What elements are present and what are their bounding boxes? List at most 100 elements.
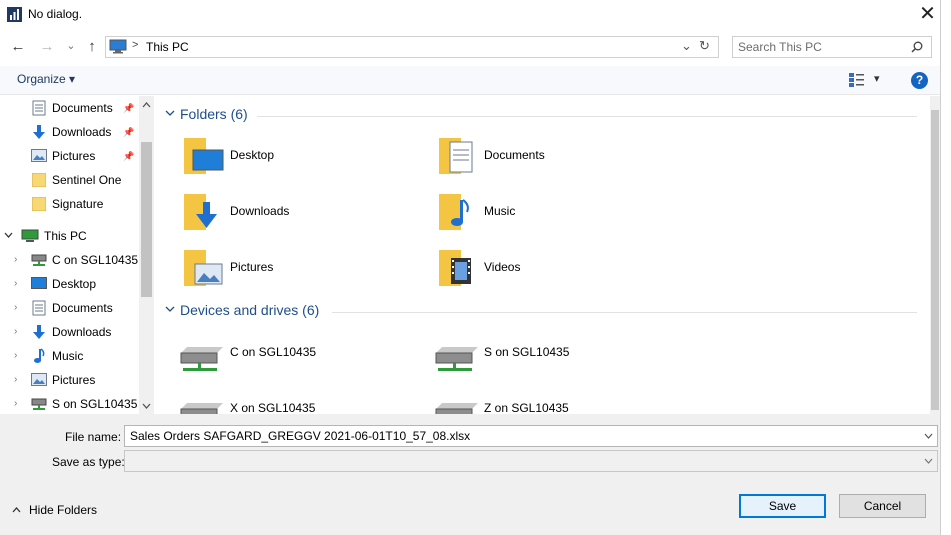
back-button[interactable]: ← [9, 37, 27, 57]
background-window-edge [940, 0, 951, 535]
help-button[interactable]: ? [911, 72, 928, 89]
recent-locations-button[interactable]: ⌄ [62, 36, 80, 56]
refresh-icon[interactable]: ↻ [699, 38, 710, 54]
documents-icon [32, 300, 46, 316]
chevron-right-icon: › [14, 398, 18, 409]
nav-item-label: Documents [52, 101, 113, 115]
pictures-icon [31, 149, 47, 162]
drives-group-header[interactable]: Devices and drives (6) [180, 302, 319, 318]
folder-label: Documents [484, 148, 545, 162]
drive-label: Z on SGL10435 [484, 401, 569, 414]
network-drive-icon [31, 254, 47, 266]
content-pane: Folders (6) Desktop Documents Downloads … [155, 96, 930, 414]
folder-tile-pictures[interactable]: Pictures [183, 246, 413, 290]
save-button[interactable]: Save [739, 494, 826, 518]
drive-tile-s[interactable]: S on SGL10435 [432, 339, 672, 379]
file-name-input[interactable]: Sales Orders SAFGARD_GREGGV 2021-06-01T1… [130, 429, 470, 443]
toolbar: Organize ▾ ▾ ? [0, 66, 940, 95]
chevron-right-icon: › [14, 278, 18, 289]
pictures-folder-icon [184, 250, 223, 286]
navigation-pane: Documents 📌 Downloads 📌 Pictures 📌 Senti… [0, 96, 154, 414]
drive-label: X on SGL10435 [230, 401, 316, 414]
folder-label: Videos [484, 260, 521, 274]
pin-icon: 📌 [123, 103, 135, 113]
dialog-title: No dialog. [28, 7, 83, 21]
search-input[interactable]: Search This PC [738, 40, 822, 54]
group-divider [257, 116, 917, 117]
network-drive-icon [180, 403, 223, 414]
music-folder-icon [439, 194, 469, 230]
view-options-icon[interactable] [849, 73, 865, 87]
network-drive-icon [435, 347, 478, 371]
hide-folders-label: Hide Folders [29, 503, 98, 517]
music-icon [34, 348, 45, 363]
folder-tile-documents[interactable]: Documents [438, 134, 668, 178]
cancel-button[interactable]: Cancel [839, 494, 926, 518]
downloads-icon [33, 125, 45, 139]
folder-tile-music[interactable]: Music [438, 190, 668, 234]
search-icon [911, 41, 923, 53]
organize-button[interactable]: Organize ▾ [17, 72, 75, 86]
save-form-area: File name: Sales Orders SAFGARD_GREGGV 2… [0, 414, 940, 535]
save-dialog: No dialog. ✕ ← → ⌄ ↑ > This PC ⌄ ↻ Searc… [0, 0, 940, 535]
close-button[interactable]: ✕ [915, 3, 940, 27]
forward-button[interactable]: → [38, 37, 56, 57]
content-scroll-thumb[interactable] [931, 110, 939, 410]
group-divider [332, 312, 917, 313]
view-dropdown-icon[interactable]: ▾ [874, 72, 880, 85]
up-button[interactable]: ↑ [83, 37, 101, 57]
nav-item-label: Desktop [52, 277, 97, 291]
nav-item-label: This PC [44, 229, 87, 243]
nav-item-label: Documents [52, 301, 113, 315]
scroll-down-icon[interactable] [142, 403, 151, 409]
drive-label: C on SGL10435 [230, 345, 317, 359]
nav-item-label: Music [52, 349, 84, 363]
nav-item-label: C on SGL10435 [52, 253, 139, 267]
downloads-folder-icon [184, 194, 217, 230]
desktop-icon [31, 277, 47, 289]
this-pc-icon [21, 229, 39, 242]
chevron-down-icon[interactable] [924, 433, 933, 439]
app-icon [7, 7, 22, 22]
save-as-type-select[interactable] [124, 450, 938, 472]
folder-label: Downloads [230, 204, 290, 218]
documents-folder-icon [439, 138, 473, 174]
folder-tile-desktop[interactable]: Desktop [183, 134, 413, 178]
network-drive-icon [31, 398, 47, 410]
nav-pane-scroll-thumb[interactable] [141, 142, 152, 297]
folder-tile-videos[interactable]: Videos [438, 246, 668, 290]
folder-icon [32, 197, 46, 211]
chevron-down-icon[interactable] [924, 458, 933, 464]
address-dropdown-icon[interactable]: ⌄ [681, 38, 692, 54]
organize-label: Organize [17, 72, 66, 86]
chevron-down-icon[interactable] [165, 306, 175, 313]
title-bar: No dialog. ✕ [0, 0, 940, 30]
breadcrumb-this-pc[interactable]: This PC [146, 40, 189, 54]
downloads-icon [33, 325, 45, 339]
drive-tile-x[interactable]: X on SGL10435 [177, 395, 417, 414]
drive-tile-z[interactable]: Z on SGL10435 [432, 395, 672, 414]
nav-item-label: Pictures [52, 373, 96, 387]
folder-label: Desktop [230, 148, 275, 162]
desktop-folder-icon [184, 138, 224, 174]
network-drive-icon [180, 347, 223, 371]
drive-tile-c[interactable]: C on SGL10435 [177, 339, 417, 379]
breadcrumb-separator: > [132, 39, 139, 51]
this-pc-icon [109, 39, 127, 54]
chevron-down-icon[interactable] [165, 110, 175, 117]
chevron-down-icon: ▾ [69, 72, 76, 86]
folder-tile-downloads[interactable]: Downloads [183, 190, 413, 234]
file-name-field[interactable]: Sales Orders SAFGARD_GREGGV 2021-06-01T1… [124, 425, 938, 447]
nav-item-label: Signature [52, 197, 104, 211]
address-bar[interactable]: > This PC ⌄ ↻ [105, 36, 719, 58]
search-box[interactable]: Search This PC [732, 36, 932, 58]
nav-item-label: Pictures [52, 149, 96, 163]
folders-group-header[interactable]: Folders (6) [180, 106, 248, 122]
chevron-right-icon: › [14, 254, 18, 265]
pin-icon: 📌 [123, 151, 135, 161]
drive-label: S on SGL10435 [484, 345, 570, 359]
file-name-label: File name: [65, 430, 122, 444]
scroll-up-icon[interactable] [142, 102, 151, 108]
chevron-up-icon [12, 507, 21, 513]
folder-icon [32, 173, 46, 187]
